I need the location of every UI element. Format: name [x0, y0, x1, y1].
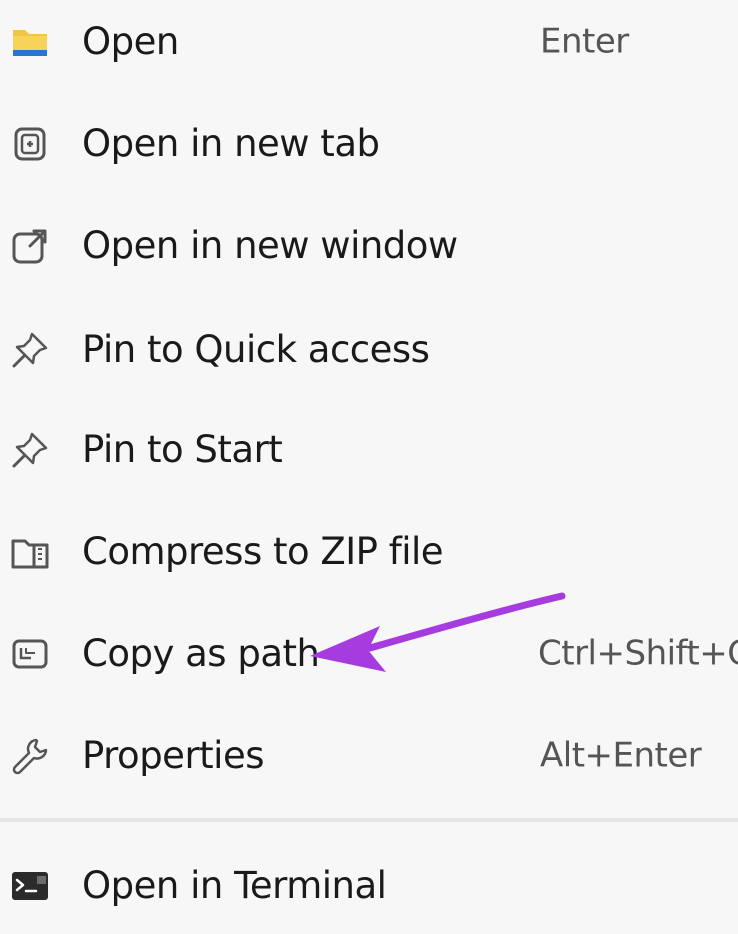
new-window-icon: [10, 226, 50, 266]
menu-item-label: Open in new tab: [82, 121, 380, 165]
menu-item-open-in-terminal[interactable]: Open in Terminal: [0, 838, 738, 934]
menu-item-open-in-new-tab[interactable]: Open in new tab: [0, 96, 738, 192]
menu-item-label: Open in Terminal: [82, 863, 387, 907]
menu-divider: [0, 818, 738, 822]
menu-item-label: Open: [82, 19, 179, 63]
menu-item-pin-to-start[interactable]: Pin to Start: [0, 402, 738, 498]
menu-item-label: Copy as path: [82, 631, 320, 675]
menu-item-open-in-new-window[interactable]: Open in new window: [0, 198, 738, 294]
menu-item-label: Compress to ZIP file: [82, 529, 444, 573]
menu-item-pin-to-quick-access[interactable]: Pin to Quick access: [0, 302, 738, 398]
menu-item-shortcut: Enter: [540, 21, 629, 62]
menu-item-label: Pin to Start: [82, 427, 283, 471]
menu-item-open[interactable]: Open Enter: [0, 0, 738, 90]
new-tab-icon: [10, 124, 50, 164]
context-menu: Open Enter Open in new tab Open in new w…: [0, 0, 738, 915]
pin-icon: [10, 430, 50, 470]
folder-icon: [10, 22, 50, 62]
menu-item-label: Properties: [82, 733, 265, 777]
menu-item-compress-to-zip[interactable]: Compress to ZIP file: [0, 504, 738, 600]
menu-item-shortcut: Alt+Enter: [540, 735, 702, 776]
zip-folder-icon: [10, 532, 50, 572]
menu-item-label: Pin to Quick access: [82, 327, 430, 371]
menu-item-properties[interactable]: Properties Alt+Enter: [0, 708, 738, 804]
terminal-icon: [10, 866, 50, 906]
arrow-icon: [300, 590, 570, 680]
menu-item-label: Open in new window: [82, 223, 458, 267]
copy-path-icon: [10, 634, 50, 674]
pin-icon: [10, 330, 50, 370]
wrench-icon: [10, 736, 50, 776]
